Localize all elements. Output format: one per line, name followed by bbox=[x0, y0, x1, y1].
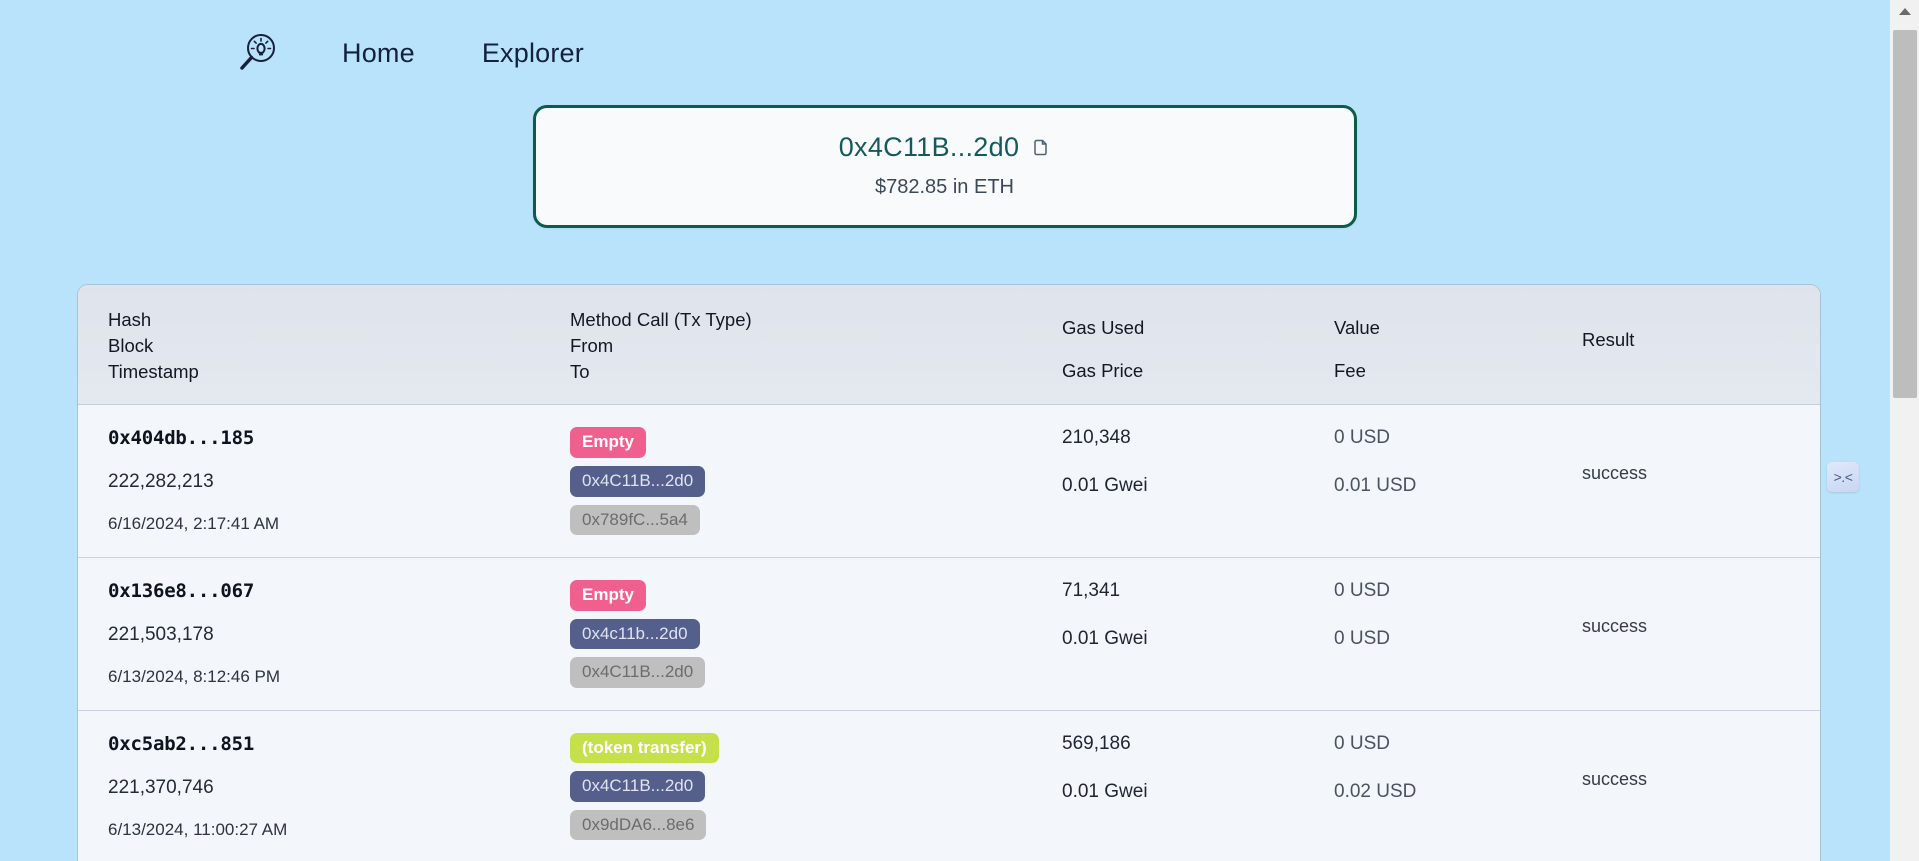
header-value: Value bbox=[1334, 317, 1582, 339]
cell-value-group: 0 USD 0.01 USD bbox=[1334, 427, 1582, 497]
magnifier-bulb-logo-icon[interactable] bbox=[232, 27, 284, 79]
header-value-group: Value Fee bbox=[1334, 309, 1582, 382]
to-address-badge[interactable]: 0x9dDA6...8e6 bbox=[570, 810, 706, 841]
header-block: Block bbox=[108, 335, 570, 357]
header-gas-price: Gas Price bbox=[1062, 360, 1334, 382]
from-address-badge[interactable]: 0x4C11B...2d0 bbox=[570, 771, 705, 802]
table-row[interactable]: 0x136e8...067 221,503,178 6/13/2024, 8:12:… bbox=[78, 558, 1820, 711]
vertical-scrollbar[interactable] bbox=[1889, 0, 1919, 861]
from-address-badge[interactable]: 0x4c11b...2d0 bbox=[570, 619, 700, 650]
header-result: Result bbox=[1582, 309, 1820, 382]
gas-price: 0.01 Gwei bbox=[1062, 781, 1334, 803]
nav-link-home[interactable]: Home bbox=[334, 34, 423, 73]
tx-block: 221,370,746 bbox=[108, 777, 570, 799]
address-balance: $782.85 in ETH bbox=[546, 176, 1344, 199]
copy-icon[interactable] bbox=[1031, 138, 1050, 158]
badge-stack: Empty 0x4c11b...2d0 0x4C11B...2d0 bbox=[570, 580, 1062, 688]
scrollbar-thumb[interactable] bbox=[1893, 30, 1917, 398]
tx-hash[interactable]: 0xc5ab2...851 bbox=[108, 733, 570, 755]
cell-hash-group: 0x136e8...067 221,503,178 6/13/2024, 8:12:… bbox=[78, 580, 570, 687]
tx-hash[interactable]: 0x136e8...067 bbox=[108, 580, 570, 602]
nav-link-explorer[interactable]: Explorer bbox=[474, 34, 592, 73]
table-row[interactable]: 0x404db...185 222,282,213 6/16/2024, 2:17:… bbox=[78, 405, 1820, 558]
cell-hash-group: 0x404db...185 222,282,213 6/16/2024, 2:17:… bbox=[78, 427, 570, 534]
tx-timestamp: 6/16/2024, 2:17:41 AM bbox=[108, 514, 570, 534]
cell-method-group: Empty 0x4C11B...2d0 0x789fC...5a4 bbox=[570, 427, 1062, 535]
tx-value: 0 USD bbox=[1334, 427, 1582, 449]
header-timestamp: Timestamp bbox=[108, 361, 570, 383]
top-navigation: Home Explorer bbox=[0, 0, 1889, 86]
table-body: 0x404db...185 222,282,213 6/16/2024, 2:17:… bbox=[78, 405, 1820, 861]
cell-value-group: 0 USD 0 USD bbox=[1334, 580, 1582, 650]
tx-timestamp: 6/13/2024, 8:12:46 PM bbox=[108, 667, 570, 687]
cell-result: success bbox=[1582, 580, 1820, 637]
status-badge: success bbox=[1582, 580, 1820, 637]
address-line: 0x4C11B...2d0 bbox=[546, 132, 1344, 163]
tx-fee: 0 USD bbox=[1334, 628, 1582, 650]
cell-gas-group: 71,341 0.01 Gwei bbox=[1062, 580, 1334, 650]
header-from: From bbox=[570, 335, 1062, 357]
tx-hash[interactable]: 0x404db...185 bbox=[108, 427, 570, 449]
tx-fee: 0.02 USD bbox=[1334, 781, 1582, 803]
to-address-badge[interactable]: 0x789fC...5a4 bbox=[570, 505, 700, 536]
cell-method-group: Empty 0x4c11b...2d0 0x4C11B...2d0 bbox=[570, 580, 1062, 688]
tx-block: 222,282,213 bbox=[108, 471, 570, 493]
header-gas-used: Gas Used bbox=[1062, 317, 1334, 339]
tx-value: 0 USD bbox=[1334, 580, 1582, 602]
table-header-row: Hash Block Timestamp Method Call (Tx Typ… bbox=[78, 285, 1820, 405]
status-badge: success bbox=[1582, 427, 1820, 484]
gas-used: 210,348 bbox=[1062, 427, 1334, 449]
cell-value-group: 0 USD 0.02 USD bbox=[1334, 733, 1582, 803]
cell-result: success bbox=[1582, 427, 1820, 484]
gas-used: 71,341 bbox=[1062, 580, 1334, 602]
scrollbar-track[interactable] bbox=[1890, 22, 1919, 861]
table-row[interactable]: 0xc5ab2...851 221,370,746 6/13/2024, 11:00… bbox=[78, 711, 1820, 861]
browser-viewport: Home Explorer 0x4C11B...2d0 $782.85 in E… bbox=[0, 0, 1919, 861]
badge-stack: (token transfer) 0x4C11B...2d0 0x9dDA6...8… bbox=[570, 733, 1062, 841]
method-badge[interactable]: (token transfer) bbox=[570, 733, 719, 764]
cell-result: success bbox=[1582, 733, 1820, 790]
header-gas-group: Gas Used Gas Price bbox=[1062, 309, 1334, 382]
cell-hash-group: 0xc5ab2...851 221,370,746 6/13/2024, 11:00… bbox=[78, 733, 570, 840]
header-fee: Fee bbox=[1334, 360, 1582, 382]
header-hash: Hash bbox=[108, 309, 570, 331]
method-badge[interactable]: Empty bbox=[570, 427, 646, 458]
gas-price: 0.01 Gwei bbox=[1062, 628, 1334, 650]
tx-fee: 0.01 USD bbox=[1334, 475, 1582, 497]
cell-gas-group: 569,186 0.01 Gwei bbox=[1062, 733, 1334, 803]
gas-price: 0.01 Gwei bbox=[1062, 475, 1334, 497]
header-method-group: Method Call (Tx Type) From To bbox=[570, 309, 1062, 382]
to-address-badge[interactable]: 0x4C11B...2d0 bbox=[570, 657, 705, 688]
scroll-up-arrow-icon[interactable] bbox=[1890, 0, 1919, 22]
cell-method-group: (token transfer) 0x4C11B...2d0 0x9dDA6...8… bbox=[570, 733, 1062, 841]
header-method-call: Method Call (Tx Type) bbox=[570, 309, 1062, 331]
address-value: 0x4C11B...2d0 bbox=[839, 132, 1020, 163]
header-to: To bbox=[570, 361, 1062, 383]
address-summary-card: 0x4C11B...2d0 $782.85 in ETH bbox=[533, 105, 1357, 228]
method-badge[interactable]: Empty bbox=[570, 580, 646, 611]
from-address-badge[interactable]: 0x4C11B...2d0 bbox=[570, 466, 705, 497]
badge-stack: Empty 0x4C11B...2d0 0x789fC...5a4 bbox=[570, 427, 1062, 535]
status-badge: success bbox=[1582, 733, 1820, 790]
tx-timestamp: 6/13/2024, 11:00:27 AM bbox=[108, 820, 570, 840]
tx-value: 0 USD bbox=[1334, 733, 1582, 755]
gas-used: 569,186 bbox=[1062, 733, 1334, 755]
transactions-table: Hash Block Timestamp Method Call (Tx Typ… bbox=[78, 285, 1820, 861]
tx-block: 221,503,178 bbox=[108, 624, 570, 646]
edge-face-widget[interactable]: >.< bbox=[1827, 462, 1859, 492]
address-card-container: 0x4C11B...2d0 $782.85 in ETH bbox=[0, 105, 1889, 228]
cell-gas-group: 210,348 0.01 Gwei bbox=[1062, 427, 1334, 497]
header-hash-group: Hash Block Timestamp bbox=[78, 309, 570, 382]
page-content: Home Explorer 0x4C11B...2d0 $782.85 in E… bbox=[0, 0, 1889, 861]
